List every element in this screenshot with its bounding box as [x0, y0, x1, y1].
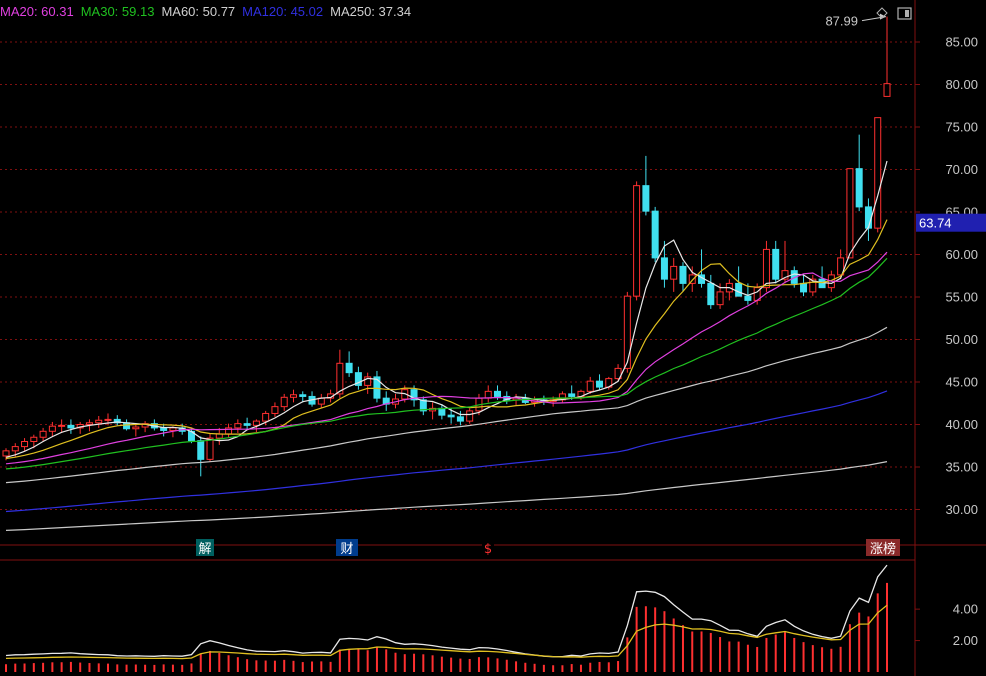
candle-body-4: [39, 430, 47, 438]
ma20-line: [5, 251, 888, 465]
candle-body-13: [123, 422, 131, 430]
candle-body-29: [271, 406, 279, 414]
event-marker-2: $: [484, 542, 492, 557]
price-chart[interactable]: 30.0035.0040.0045.0050.0055.0060.0065.00…: [0, 0, 986, 676]
candle-body-76: [707, 282, 715, 306]
candle-body-79: [735, 282, 743, 297]
candle-body-69: [642, 185, 650, 212]
high-price-label: 87.99: [825, 14, 858, 29]
candle-body-91: [846, 168, 854, 259]
y-tick-label-8: 70.00: [945, 162, 978, 177]
candle-body-14: [132, 426, 140, 430]
candle-body-52: [484, 390, 492, 399]
candle-body-9: [85, 422, 93, 425]
candle-body-63: [586, 380, 594, 392]
candle-body-0: [2, 450, 10, 457]
y-tick-label-0: 30.00: [945, 502, 978, 517]
y-tick-label-4: 50.00: [945, 332, 978, 347]
event-marker-0: 解: [198, 542, 211, 557]
candle-body-77: [716, 291, 724, 306]
event-marker-3: 涨榜: [870, 541, 896, 557]
candle-body-18: [169, 427, 177, 431]
candle-body-88: [818, 278, 826, 289]
candle-body-47: [438, 407, 446, 416]
y-tick-label-9: 75.00: [945, 120, 978, 135]
candle-body-61: [568, 393, 576, 397]
candle-body-17: [160, 427, 168, 431]
panel-toggle-icon[interactable]: [897, 7, 912, 20]
y-tick-label-5: 55.00: [945, 290, 978, 305]
event-marker-1: 财: [340, 542, 353, 557]
candle-body-95: [883, 83, 891, 97]
candle-body-1: [11, 446, 19, 452]
candle-body-70: [651, 210, 659, 259]
candle-body-25: [234, 423, 242, 429]
candle-body-94: [874, 117, 882, 229]
candle-body-67: [623, 295, 631, 369]
sub-tick-label-1: 2.00: [953, 633, 978, 648]
candle-body-28: [262, 412, 270, 422]
candle-body-21: [197, 440, 205, 460]
candle-body-50: [466, 410, 474, 422]
indicator-fast-line: [5, 564, 888, 658]
y-tick-label-6: 60.00: [945, 247, 978, 262]
candle-body-93: [864, 206, 872, 229]
candle-body-22: [206, 437, 214, 460]
candle-body-82: [762, 248, 770, 289]
candle-body-92: [855, 168, 863, 208]
candle-body-32: [299, 394, 307, 397]
candle-body-73: [679, 265, 687, 284]
candle-body-37: [345, 362, 353, 374]
y-tick-label-3: 45.00: [945, 375, 978, 390]
candle-body-86: [800, 282, 808, 293]
y-tick-label-2: 40.00: [945, 417, 978, 432]
candle-body-11: [104, 418, 112, 421]
candle-body-5: [48, 425, 56, 432]
candle-body-36: [336, 362, 344, 395]
ma60-line: [5, 326, 888, 484]
candle-body-6: [58, 424, 66, 427]
candle-body-30: [280, 396, 288, 408]
candle-body-64: [596, 380, 604, 388]
ma250-line: [5, 461, 888, 531]
candle-body-10: [95, 419, 103, 424]
indicator-slow-line: [5, 604, 888, 660]
candle-body-48: [447, 414, 455, 418]
candle-body-49: [456, 416, 464, 422]
candle-body-80: [744, 295, 752, 301]
candle-body-53: [494, 390, 502, 397]
candle-body-83: [772, 248, 780, 280]
candle-body-27: [252, 420, 260, 426]
candle-body-71: [660, 257, 668, 280]
y-tick-label-1: 35.00: [945, 460, 978, 475]
candle-body-31: [289, 394, 297, 398]
candle-body-26: [243, 423, 251, 426]
sub-tick-label-0: 4.00: [953, 602, 978, 617]
panel-toggle-icon-fill: [905, 10, 909, 17]
candle-body-68: [633, 185, 641, 297]
candle-body-7: [67, 424, 75, 429]
candle-body-3: [30, 436, 38, 442]
candle-body-72: [670, 265, 678, 280]
current-price-label: 63.74: [919, 216, 952, 231]
ma5-line: [5, 160, 888, 458]
y-tick-label-11: 85.00: [945, 35, 978, 50]
candle-body-2: [21, 441, 29, 448]
y-tick-label-10: 80.00: [945, 77, 978, 92]
